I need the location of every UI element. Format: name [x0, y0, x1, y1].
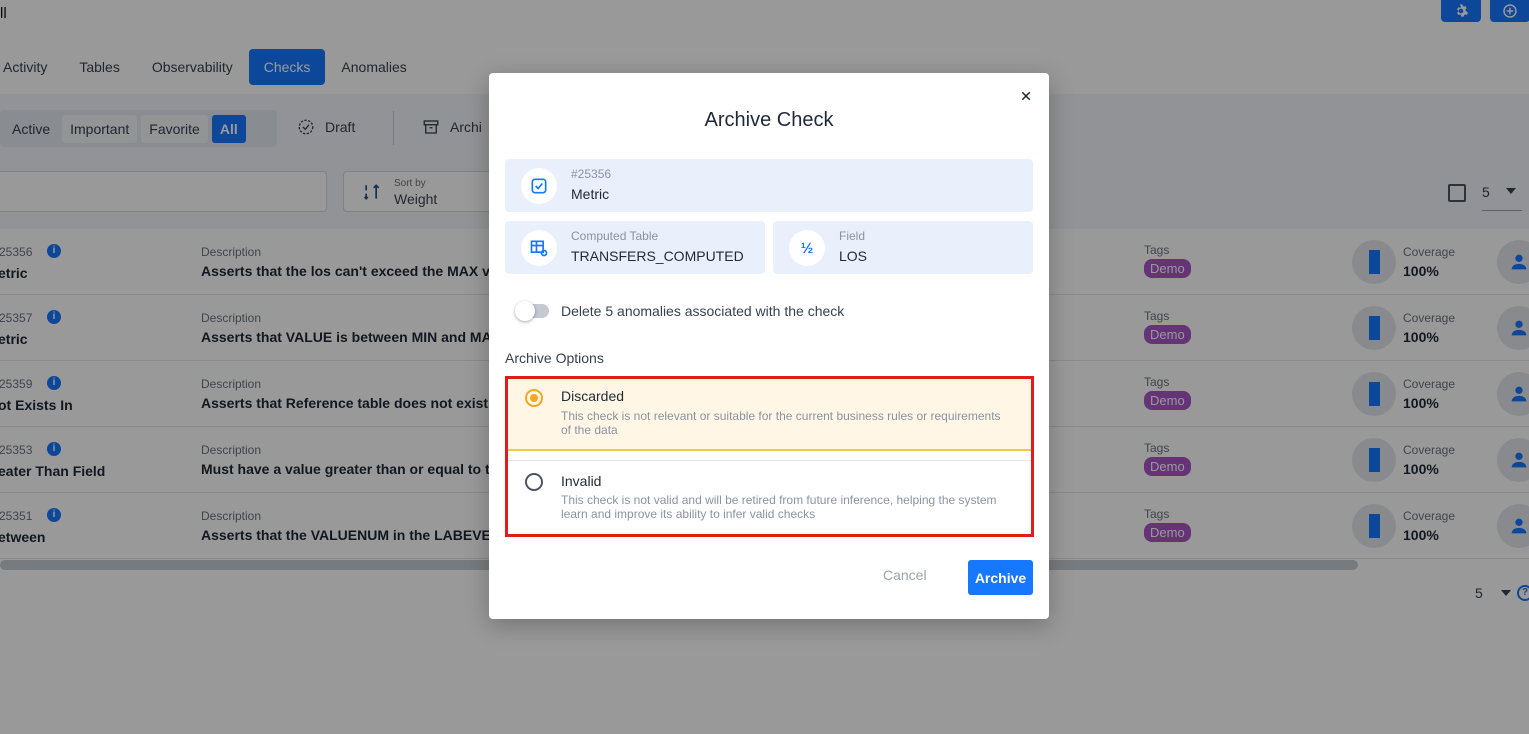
option-description: This check is not valid and will be reti…	[561, 493, 997, 521]
radio-discarded[interactable]	[525, 389, 543, 407]
table-label: Computed Table	[571, 229, 659, 243]
radio-invalid[interactable]	[525, 473, 543, 491]
archive-button[interactable]: Archive	[968, 560, 1033, 595]
table-icon	[530, 240, 548, 257]
check-type-badge	[521, 168, 557, 204]
table-card: Computed Table TRANSFERS_COMPUTED	[505, 221, 765, 274]
check-icon	[531, 178, 547, 194]
field-card: ½ Field LOS	[773, 221, 1033, 274]
close-icon[interactable]	[1017, 87, 1035, 105]
table-badge	[521, 230, 557, 266]
dialog-title: Archive Check	[704, 109, 834, 131]
option-title: Invalid	[561, 473, 602, 489]
field-type-icon: ½	[789, 230, 825, 266]
check-card: #25356 Metric	[505, 159, 1033, 212]
archive-options-title: Archive Options	[505, 350, 604, 366]
cancel-button[interactable]: Cancel	[883, 567, 927, 583]
option-discarded[interactable]: Discarded This check is not relevant or …	[508, 379, 1031, 451]
field-value: LOS	[839, 248, 868, 264]
archive-check-dialog: Archive Check #25356 Metric Computed Tab…	[489, 73, 1049, 619]
option-description: This check is not relevant or suitable f…	[561, 409, 1001, 437]
option-title: Discarded	[561, 388, 625, 404]
field-label: Field	[839, 229, 866, 243]
toggle-knob	[515, 301, 535, 321]
check-id: #25356	[571, 167, 612, 181]
option-invalid[interactable]: Invalid This check is not valid and will…	[508, 460, 1031, 534]
table-value: TRANSFERS_COMPUTED	[571, 248, 744, 264]
archive-options-group: Discarded This check is not relevant or …	[505, 376, 1034, 537]
check-type: Metric	[571, 186, 610, 202]
delete-anomalies-label: Delete 5 anomalies associated with the c…	[561, 303, 845, 319]
delete-anomalies-toggle[interactable]	[515, 301, 549, 321]
